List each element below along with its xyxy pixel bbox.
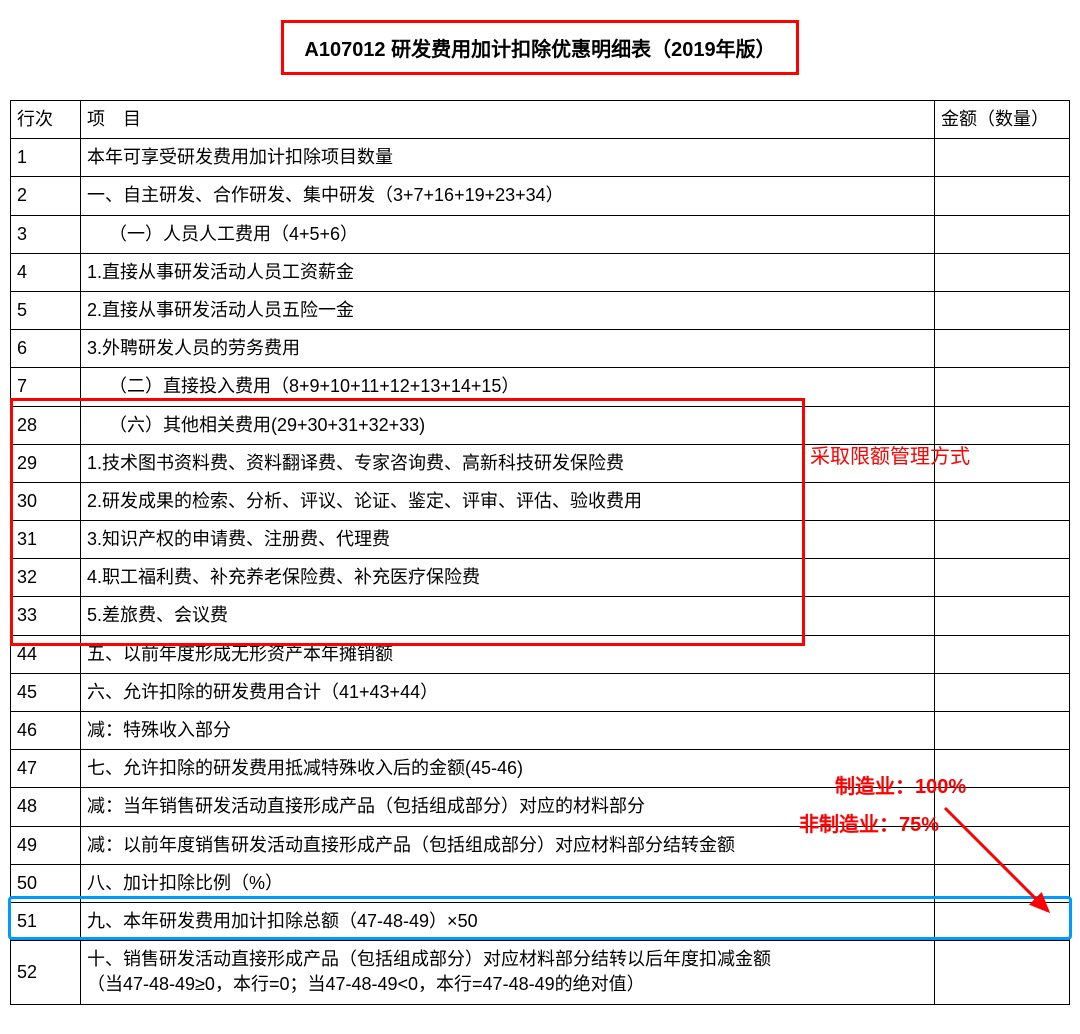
table-row: 49减：以前年度销售研发活动直接形成产品（包括组成部分）对应材料部分结转金额 bbox=[11, 826, 1070, 864]
row-amount bbox=[935, 330, 1070, 368]
table-row: 63.外聘研发人员的劳务费用 bbox=[11, 330, 1070, 368]
row-number: 49 bbox=[11, 826, 81, 864]
row-number: 7 bbox=[11, 368, 81, 406]
row-number: 50 bbox=[11, 864, 81, 902]
table-row: 52十、销售研发活动直接形成产品（包括组成部分）对应材料部分结转以后年度扣减金额… bbox=[11, 941, 1070, 1004]
row-amount bbox=[935, 291, 1070, 329]
row-item: 2.直接从事研发活动人员五险一金 bbox=[81, 291, 935, 329]
row-item: 六、允许扣除的研发费用合计（41+43+44） bbox=[81, 673, 935, 711]
row-item: 一、自主研发、合作研发、集中研发（3+7+16+19+23+34） bbox=[81, 177, 935, 215]
row-item: 减：特殊收入部分 bbox=[81, 712, 935, 750]
table-row: 2一、自主研发、合作研发、集中研发（3+7+16+19+23+34） bbox=[11, 177, 1070, 215]
row-amount bbox=[935, 788, 1070, 826]
row-amount bbox=[935, 215, 1070, 253]
row-number: 51 bbox=[11, 902, 81, 940]
row-item: 3.外聘研发人员的劳务费用 bbox=[81, 330, 935, 368]
row-number: 30 bbox=[11, 482, 81, 520]
row-item: 4.职工福利费、补充养老保险费、补充医疗保险费 bbox=[81, 559, 935, 597]
header-amount: 金额（数量） bbox=[935, 101, 1070, 139]
row-item: 九、本年研发费用加计扣除总额（47-48-49）×50 bbox=[81, 902, 935, 940]
table-row: 41.直接从事研发活动人员工资薪金 bbox=[11, 253, 1070, 291]
row-amount bbox=[935, 521, 1070, 559]
row-amount bbox=[935, 559, 1070, 597]
row-amount bbox=[935, 177, 1070, 215]
table-row: 3（一）人员人工费用（4+5+6） bbox=[11, 215, 1070, 253]
row-amount bbox=[935, 368, 1070, 406]
row-number: 45 bbox=[11, 673, 81, 711]
header-row-number: 行次 bbox=[11, 101, 81, 139]
row-number: 1 bbox=[11, 139, 81, 177]
row-item: 1.直接从事研发活动人员工资薪金 bbox=[81, 253, 935, 291]
table-row: 302.研发成果的检索、分析、评议、论证、鉴定、评审、评估、验收费用 bbox=[11, 482, 1070, 520]
table-row: 51九、本年研发费用加计扣除总额（47-48-49）×50 bbox=[11, 902, 1070, 940]
row-item: 3.知识产权的申请费、注册费、代理费 bbox=[81, 521, 935, 559]
row-amount bbox=[935, 902, 1070, 940]
table-row: 28（六）其他相关费用(29+30+31+32+33) bbox=[11, 406, 1070, 444]
detail-table: 行次 项 目 金额（数量） 1本年可享受研发费用加计扣除项目数量2一、自主研发、… bbox=[10, 100, 1070, 1005]
row-item: 5.差旅费、会议费 bbox=[81, 597, 935, 635]
table-row: 335.差旅费、会议费 bbox=[11, 597, 1070, 635]
row-amount bbox=[935, 253, 1070, 291]
document-title: A107012 研发费用加计扣除优惠明细表（2019年版） bbox=[281, 20, 798, 75]
row-amount bbox=[935, 482, 1070, 520]
row-amount bbox=[935, 406, 1070, 444]
row-amount bbox=[935, 635, 1070, 673]
table-row: 50八、加计扣除比例（%） bbox=[11, 864, 1070, 902]
row-item: （二）直接投入费用（8+9+10+11+12+13+14+15） bbox=[81, 368, 935, 406]
row-amount bbox=[935, 597, 1070, 635]
table-row: 46减：特殊收入部分 bbox=[11, 712, 1070, 750]
row-number: 44 bbox=[11, 635, 81, 673]
table-row: 1本年可享受研发费用加计扣除项目数量 bbox=[11, 139, 1070, 177]
row-amount bbox=[935, 750, 1070, 788]
row-item: 本年可享受研发费用加计扣除项目数量 bbox=[81, 139, 935, 177]
row-item: 减：当年销售研发活动直接形成产品（包括组成部分）对应的材料部分 bbox=[81, 788, 935, 826]
table-row: 52.直接从事研发活动人员五险一金 bbox=[11, 291, 1070, 329]
row-item: （一）人员人工费用（4+5+6） bbox=[81, 215, 935, 253]
row-number: 32 bbox=[11, 559, 81, 597]
table-row: 324.职工福利费、补充养老保险费、补充医疗保险费 bbox=[11, 559, 1070, 597]
row-item: 2.研发成果的检索、分析、评议、论证、鉴定、评审、评估、验收费用 bbox=[81, 482, 935, 520]
row-item: 十、销售研发活动直接形成产品（包括组成部分）对应材料部分结转以后年度扣减金额 （… bbox=[81, 941, 935, 1004]
table-header-row: 行次 项 目 金额（数量） bbox=[11, 101, 1070, 139]
row-item: 五、以前年度形成无形资产本年摊销额 bbox=[81, 635, 935, 673]
row-number: 2 bbox=[11, 177, 81, 215]
table-row: 45六、允许扣除的研发费用合计（41+43+44） bbox=[11, 673, 1070, 711]
row-amount bbox=[935, 139, 1070, 177]
row-number: 48 bbox=[11, 788, 81, 826]
row-number: 28 bbox=[11, 406, 81, 444]
row-amount bbox=[935, 941, 1070, 1004]
table-row: 291.技术图书资料费、资料翻译费、专家咨询费、高新科技研发保险费 bbox=[11, 444, 1070, 482]
row-item: 八、加计扣除比例（%） bbox=[81, 864, 935, 902]
row-number: 5 bbox=[11, 291, 81, 329]
table-row: 48减：当年销售研发活动直接形成产品（包括组成部分）对应的材料部分 bbox=[11, 788, 1070, 826]
title-container: A107012 研发费用加计扣除优惠明细表（2019年版） bbox=[10, 20, 1070, 75]
row-item: （六）其他相关费用(29+30+31+32+33) bbox=[81, 406, 935, 444]
header-item: 项 目 bbox=[81, 101, 935, 139]
row-amount bbox=[935, 826, 1070, 864]
row-number: 3 bbox=[11, 215, 81, 253]
row-number: 33 bbox=[11, 597, 81, 635]
row-number: 52 bbox=[11, 941, 81, 1004]
row-amount bbox=[935, 864, 1070, 902]
row-item: 减：以前年度销售研发活动直接形成产品（包括组成部分）对应材料部分结转金额 bbox=[81, 826, 935, 864]
row-number: 47 bbox=[11, 750, 81, 788]
table-row: 313.知识产权的申请费、注册费、代理费 bbox=[11, 521, 1070, 559]
row-item: 1.技术图书资料费、资料翻译费、专家咨询费、高新科技研发保险费 bbox=[81, 444, 935, 482]
table-row: 47七、允许扣除的研发费用抵减特殊收入后的金额(45-46) bbox=[11, 750, 1070, 788]
row-number: 46 bbox=[11, 712, 81, 750]
row-number: 4 bbox=[11, 253, 81, 291]
row-number: 31 bbox=[11, 521, 81, 559]
table-row: 7（二）直接投入费用（8+9+10+11+12+13+14+15） bbox=[11, 368, 1070, 406]
row-item: 七、允许扣除的研发费用抵减特殊收入后的金额(45-46) bbox=[81, 750, 935, 788]
row-number: 6 bbox=[11, 330, 81, 368]
table-row: 44五、以前年度形成无形资产本年摊销额 bbox=[11, 635, 1070, 673]
row-amount bbox=[935, 712, 1070, 750]
row-amount bbox=[935, 444, 1070, 482]
row-number: 29 bbox=[11, 444, 81, 482]
row-amount bbox=[935, 673, 1070, 711]
